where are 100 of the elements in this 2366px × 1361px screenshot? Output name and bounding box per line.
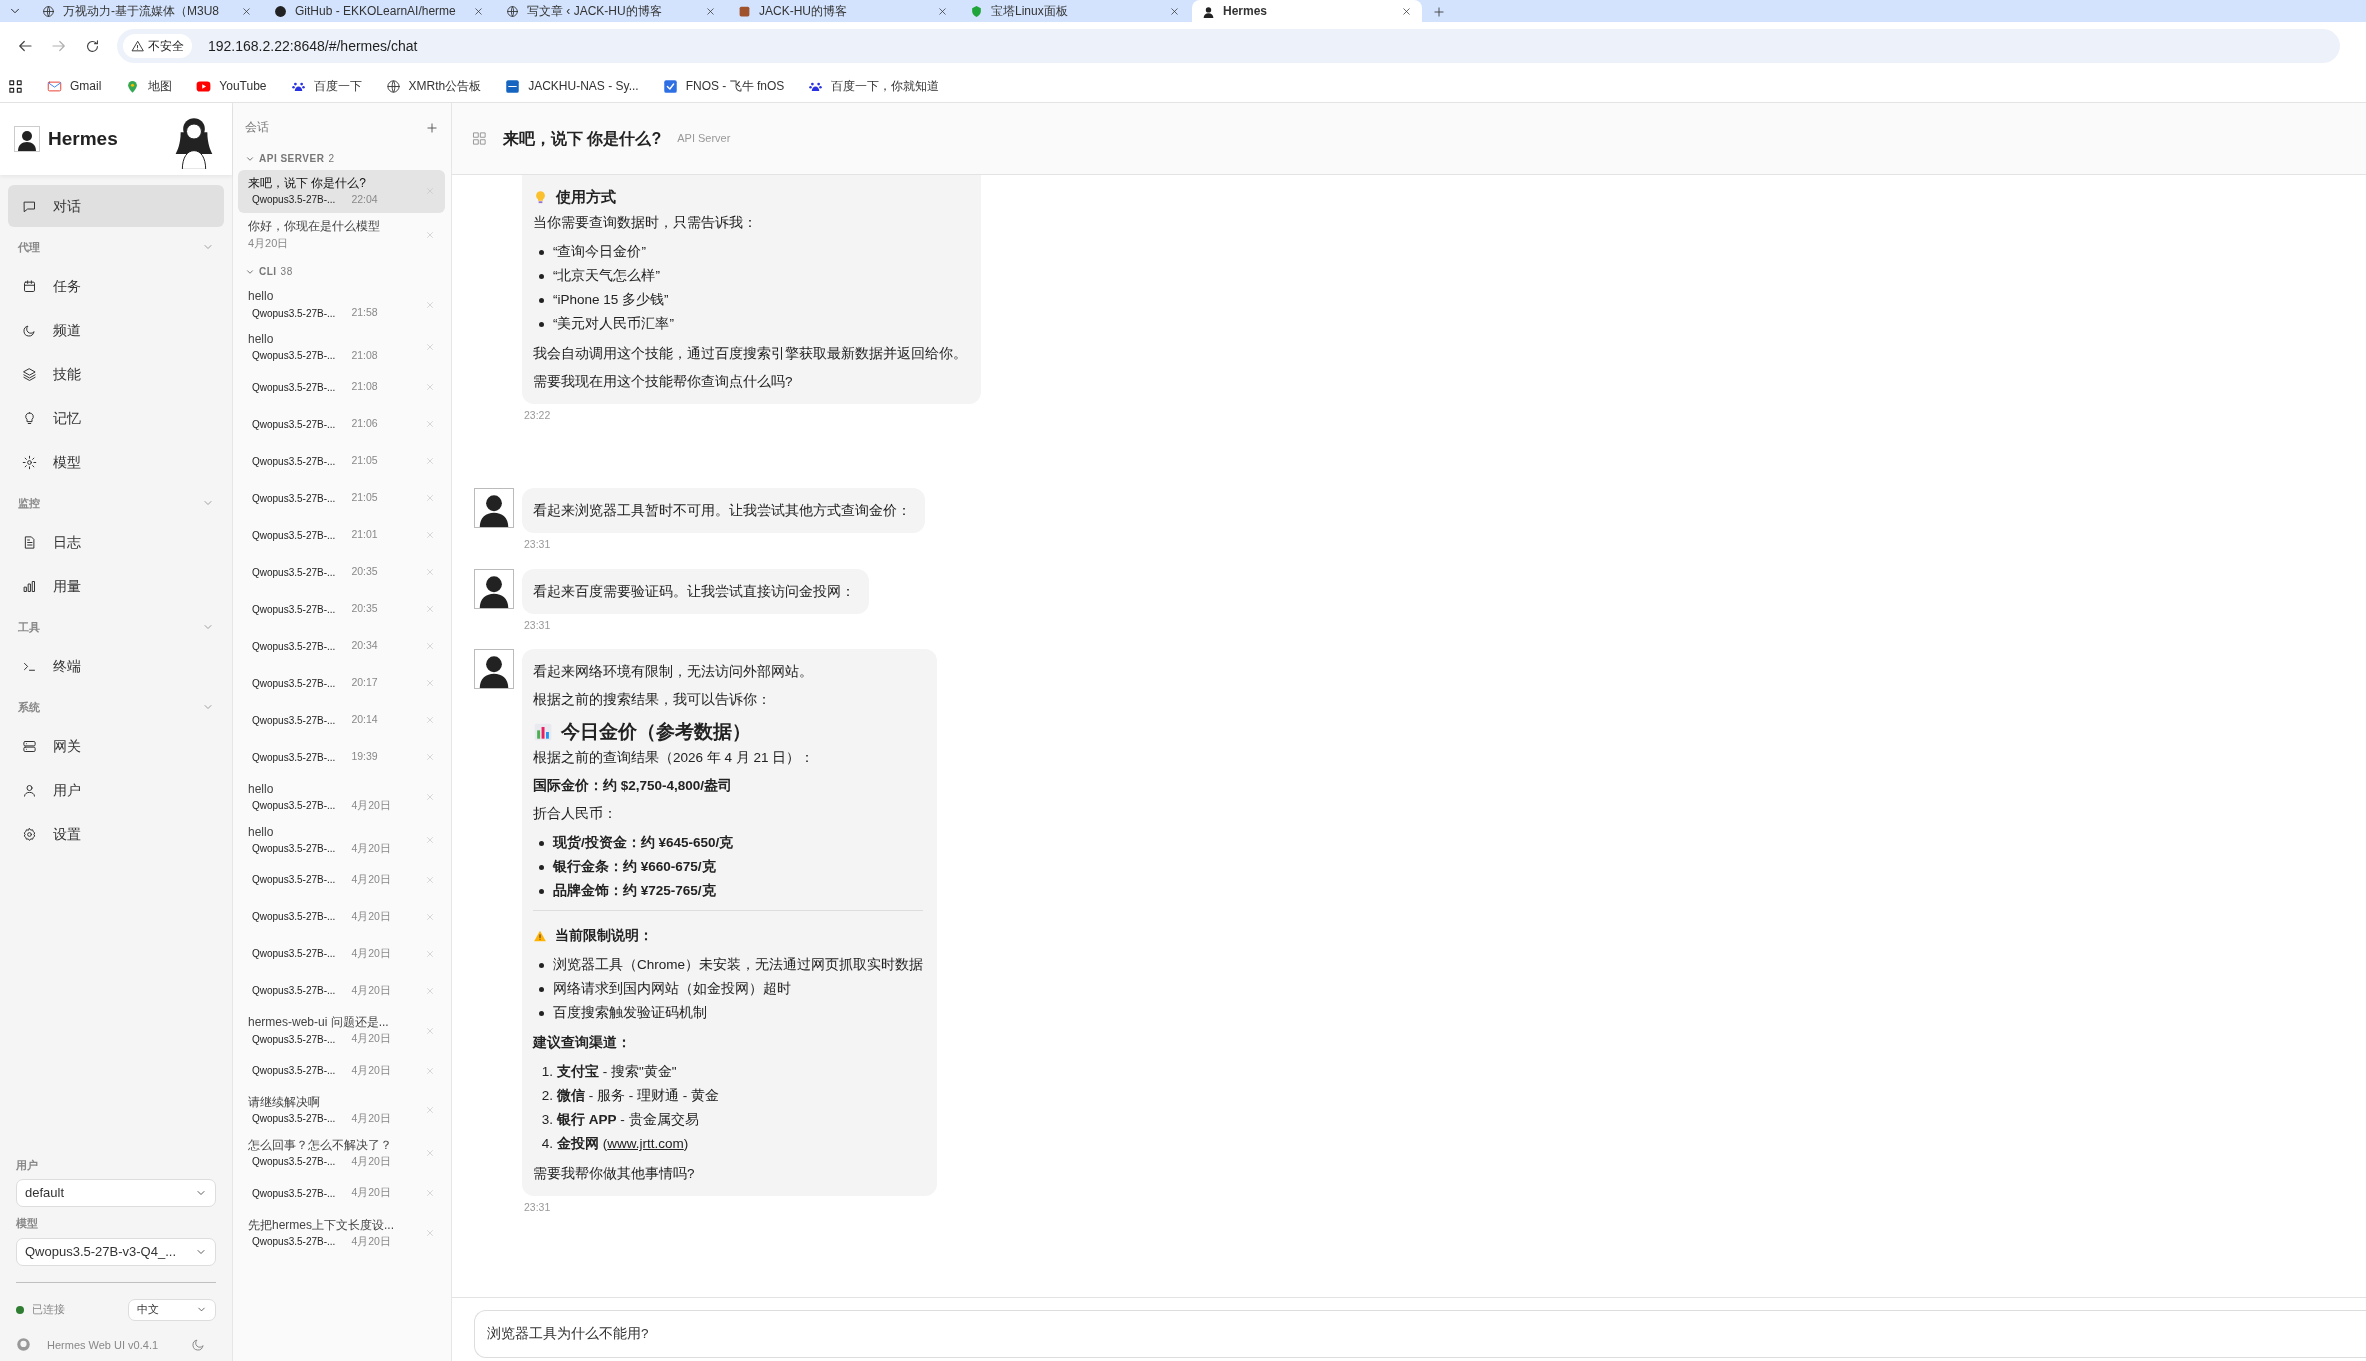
- message-input[interactable]: 浏览器工具为什么不能用?: [474, 1310, 2366, 1358]
- session-item[interactable]: hello Qwopus3.5-27B-... 4月20日: [238, 775, 445, 819]
- security-indicator[interactable]: 不安全: [123, 34, 192, 58]
- circle-logo-icon[interactable]: [16, 1337, 31, 1353]
- nav-item[interactable]: 记忆: [8, 397, 224, 439]
- close-button[interactable]: [425, 985, 435, 996]
- bookmark-link[interactable]: XMRth公告板: [385, 77, 482, 95]
- model-select[interactable]: Qwopus3.5-27B-v3-Q4_...: [16, 1237, 216, 1266]
- group-toggle[interactable]: CLI 38: [233, 260, 451, 284]
- group-toggle[interactable]: API SERVER 2: [233, 147, 451, 170]
- session-item[interactable]: 先把hermes上下文长度设... Qwopus3.5-27B-... 4月20日: [238, 1211, 445, 1255]
- browser-tab[interactable]: 万视动力-基于流媒体（M3U8: [32, 0, 262, 22]
- close-button[interactable]: [425, 342, 435, 353]
- session-item[interactable]: 来吧，说下 你是什么? Qwopus3.5-27B-... 22:04: [238, 170, 445, 213]
- close-button[interactable]: [425, 678, 435, 689]
- close-button[interactable]: [425, 752, 435, 763]
- session-item[interactable]: Qwopus3.5-27B-... 19:39: [238, 738, 445, 776]
- browser-tab[interactable]: JACK-HU的博客: [728, 0, 958, 22]
- close-button[interactable]: [425, 641, 435, 652]
- session-item[interactable]: 怎么回事？怎么不解决了？ Qwopus3.5-27B-... 4月20日: [238, 1131, 445, 1175]
- close-icon[interactable]: [1169, 5, 1180, 17]
- nav-item[interactable]: 对话: [8, 185, 224, 227]
- close-button[interactable]: [425, 1148, 435, 1159]
- close-button[interactable]: [425, 1227, 435, 1238]
- close-button[interactable]: [425, 229, 435, 240]
- user-select[interactable]: default: [16, 1179, 216, 1207]
- close-button[interactable]: [425, 792, 435, 803]
- bookmark-link[interactable]: YouTube: [196, 77, 267, 95]
- session-item[interactable]: Qwopus3.5-27B-... 21:05: [238, 479, 445, 517]
- nav-item[interactable]: 技能: [8, 353, 224, 395]
- session-item[interactable]: hello Qwopus3.5-27B-... 21:58: [238, 283, 445, 326]
- grid-icon[interactable]: [472, 131, 487, 146]
- browser-tab[interactable]: Hermes: [1192, 0, 1422, 22]
- session-item[interactable]: Qwopus3.5-27B-... 4月20日: [238, 861, 445, 899]
- link[interactable]: www.jrtt.com: [607, 1136, 684, 1152]
- session-item[interactable]: Qwopus3.5-27B-... 4月20日: [238, 1052, 445, 1089]
- browser-tab[interactable]: 宝塔Linux面板: [960, 0, 1190, 22]
- nav-item[interactable]: 网关: [8, 725, 224, 767]
- session-item[interactable]: hello Qwopus3.5-27B-... 21:08: [238, 326, 445, 369]
- session-item[interactable]: Qwopus3.5-27B-... 21:08: [238, 368, 445, 406]
- bookmark-link[interactable]: 百度一下: [290, 77, 362, 95]
- address-bar[interactable]: 不安全 192.168.2.22:8648/#/hermes/chat: [117, 29, 2340, 63]
- close-button[interactable]: [425, 604, 435, 615]
- close-button[interactable]: [425, 834, 435, 845]
- close-button[interactable]: [425, 493, 435, 504]
- session-item[interactable]: 你好，你现在是什么模型 4月20日: [238, 212, 445, 257]
- nav-item[interactable]: 日志: [8, 521, 224, 563]
- close-button[interactable]: [425, 948, 435, 959]
- nav-item[interactable]: 频道: [8, 309, 224, 351]
- close-button[interactable]: [425, 530, 435, 541]
- section-toggle[interactable]: 工具: [8, 613, 224, 641]
- apps-grid-icon[interactable]: [8, 78, 23, 94]
- nav-item[interactable]: 任务: [8, 265, 224, 307]
- session-item[interactable]: Qwopus3.5-27B-... 21:06: [238, 405, 445, 443]
- session-item[interactable]: Qwopus3.5-27B-... 4月20日: [238, 935, 445, 973]
- close-icon[interactable]: [1401, 5, 1412, 17]
- close-icon[interactable]: [937, 5, 948, 17]
- nav-item[interactable]: 终端: [8, 645, 224, 687]
- close-button[interactable]: [425, 299, 435, 310]
- bookmark-link[interactable]: 地图: [125, 77, 173, 95]
- session-item[interactable]: hermes-web-ui 问题还是... Qwopus3.5-27B-... 4月20日: [238, 1009, 445, 1052]
- bookmark-link[interactable]: Gmail: [47, 77, 102, 95]
- nav-item[interactable]: 模型: [8, 441, 224, 483]
- moon-icon[interactable]: [191, 1337, 206, 1353]
- nav-item[interactable]: 用量: [8, 565, 224, 607]
- session-item[interactable]: Qwopus3.5-27B-... 21:01: [238, 516, 445, 554]
- close-button[interactable]: [425, 567, 435, 578]
- reload-icon[interactable]: [84, 37, 101, 55]
- bookmark-link[interactable]: JACKHU-NAS - Sy...: [505, 77, 639, 95]
- session-item[interactable]: Qwopus3.5-27B-... 20:14: [238, 701, 445, 739]
- nav-item[interactable]: 设置: [8, 813, 224, 855]
- close-button[interactable]: [425, 382, 435, 393]
- close-button[interactable]: [425, 911, 435, 922]
- browser-tab[interactable]: GitHub - EKKOLearnAI/herme: [264, 0, 494, 22]
- close-icon[interactable]: [241, 5, 252, 17]
- session-item[interactable]: Qwopus3.5-27B-... 4月20日: [238, 1174, 445, 1212]
- nav-item[interactable]: 用户: [8, 769, 224, 811]
- language-select[interactable]: 中文: [128, 1298, 216, 1321]
- session-item[interactable]: Qwopus3.5-27B-... 21:05: [238, 442, 445, 480]
- close-button[interactable]: [425, 715, 435, 726]
- close-icon[interactable]: [705, 5, 716, 17]
- close-button[interactable]: [425, 1188, 435, 1198]
- bookmark-link[interactable]: FNOS - 飞牛 fnOS: [662, 77, 785, 95]
- close-button[interactable]: [425, 874, 435, 885]
- browser-tab[interactable]: 写文章 ‹ JACK-HU的博客: [496, 0, 726, 22]
- close-button[interactable]: [425, 1065, 435, 1076]
- close-button[interactable]: [425, 419, 435, 430]
- session-item[interactable]: 请继续解决啊 Qwopus3.5-27B-... 4月20日: [238, 1089, 445, 1132]
- session-item[interactable]: Qwopus3.5-27B-... 20:34: [238, 627, 445, 665]
- session-item[interactable]: Qwopus3.5-27B-... 4月20日: [238, 972, 445, 1010]
- session-item[interactable]: Qwopus3.5-27B-... 20:35: [238, 590, 445, 628]
- close-button[interactable]: [425, 1025, 435, 1036]
- close-icon[interactable]: [473, 5, 484, 17]
- session-item[interactable]: Qwopus3.5-27B-... 20:35: [238, 553, 445, 591]
- close-button[interactable]: [425, 1105, 435, 1116]
- session-item[interactable]: hello Qwopus3.5-27B-... 4月20日: [238, 818, 445, 862]
- session-item[interactable]: Qwopus3.5-27B-... 4月20日: [238, 898, 445, 936]
- close-button[interactable]: [425, 456, 435, 467]
- session-item[interactable]: Qwopus3.5-27B-... 20:17: [238, 664, 445, 702]
- bookmark-link[interactable]: 百度一下，你就知道: [808, 77, 940, 95]
